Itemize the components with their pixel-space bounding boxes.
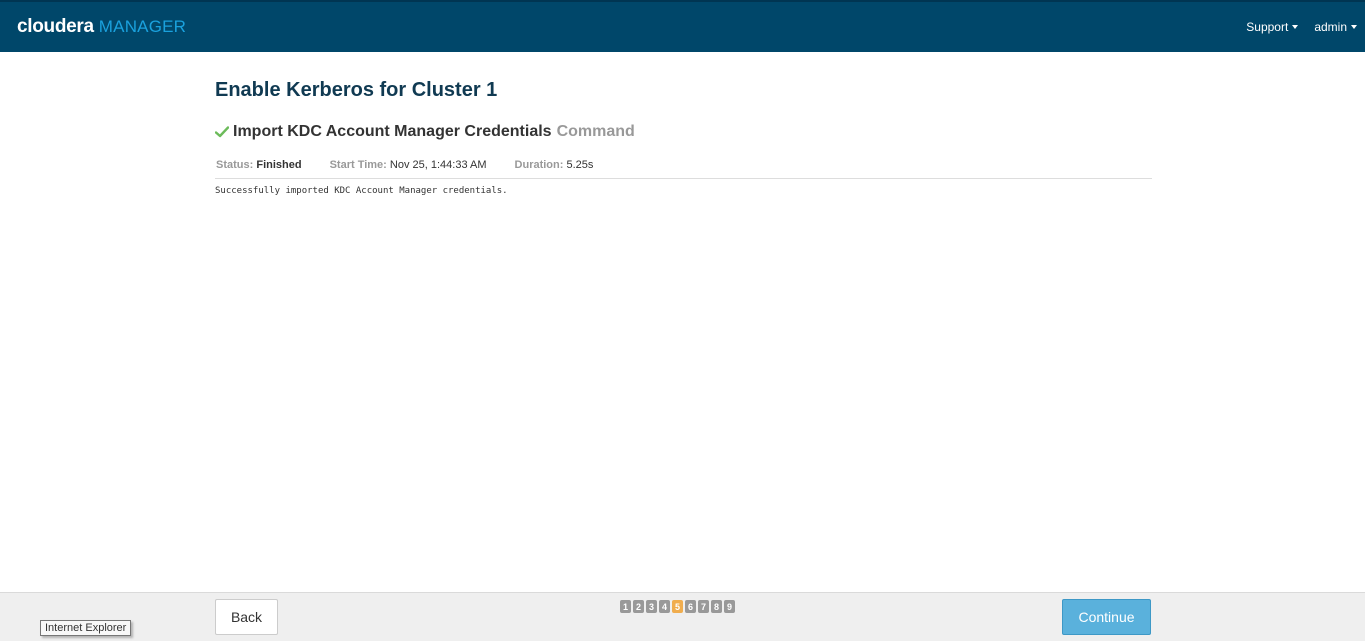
user-nav: Support admin: [1246, 20, 1357, 34]
divider: [215, 178, 1152, 179]
back-button[interactable]: Back: [215, 599, 278, 635]
command-status-row: Status: Finished Start Time: Nov 25, 1:4…: [216, 159, 621, 171]
wizard-step-6[interactable]: 6: [685, 600, 696, 613]
start-time-value: Nov 25, 1:44:33 AM: [389, 159, 487, 171]
logo-brand: cloudera: [17, 16, 94, 37]
duration-value: 5.25s: [566, 159, 594, 171]
top-navbar: cloudera MANAGER Support admin: [0, 0, 1365, 52]
wizard-step-2[interactable]: 2: [633, 600, 644, 613]
command-title: Import KDC Account Manager Credentials C…: [215, 123, 635, 141]
wizard-step-indicator: 1 2 3 4 5 6 7 8 9: [620, 600, 735, 613]
status-field: Status: Finished: [216, 159, 302, 171]
wizard-step-1[interactable]: 1: [620, 600, 631, 613]
wizard-step-5-current[interactable]: 5: [672, 600, 683, 613]
start-time-field: Start Time: Nov 25, 1:44:33 AM: [330, 159, 487, 171]
chevron-down-icon: [1292, 25, 1299, 29]
support-menu-label: Support: [1246, 20, 1289, 34]
wizard-step-3[interactable]: 3: [646, 600, 657, 613]
duration-label: Duration:: [514, 159, 564, 171]
wizard-footer: Back 1 2 3 4 5 6 7 8 9 Continue: [0, 592, 1365, 641]
status-value: Finished: [256, 159, 302, 171]
command-name: Import KDC Account Manager Credentials: [233, 123, 552, 140]
taskbar-tooltip: Internet Explorer: [40, 620, 132, 636]
page-title: Enable Kerberos for Cluster 1: [215, 79, 498, 101]
support-menu[interactable]: Support: [1246, 20, 1299, 34]
wizard-step-9[interactable]: 9: [724, 600, 735, 613]
wizard-step-8[interactable]: 8: [711, 600, 722, 613]
duration-field: Duration: 5.25s: [515, 159, 594, 171]
cloudera-manager-logo[interactable]: cloudera MANAGER: [17, 15, 186, 39]
check-icon: [215, 126, 229, 138]
chevron-down-icon: [1351, 25, 1357, 29]
wizard-step-7[interactable]: 7: [698, 600, 709, 613]
command-log-output: Successfully imported KDC Account Manage…: [215, 186, 508, 196]
wizard-step-4[interactable]: 4: [659, 600, 670, 613]
status-label: Status:: [216, 159, 254, 171]
start-time-label: Start Time:: [329, 159, 387, 171]
command-suffix: Command: [556, 123, 635, 140]
continue-button[interactable]: Continue: [1062, 599, 1151, 635]
admin-menu-label: admin: [1314, 20, 1347, 34]
logo-product: MANAGER: [98, 17, 187, 36]
admin-menu[interactable]: admin: [1314, 20, 1357, 34]
